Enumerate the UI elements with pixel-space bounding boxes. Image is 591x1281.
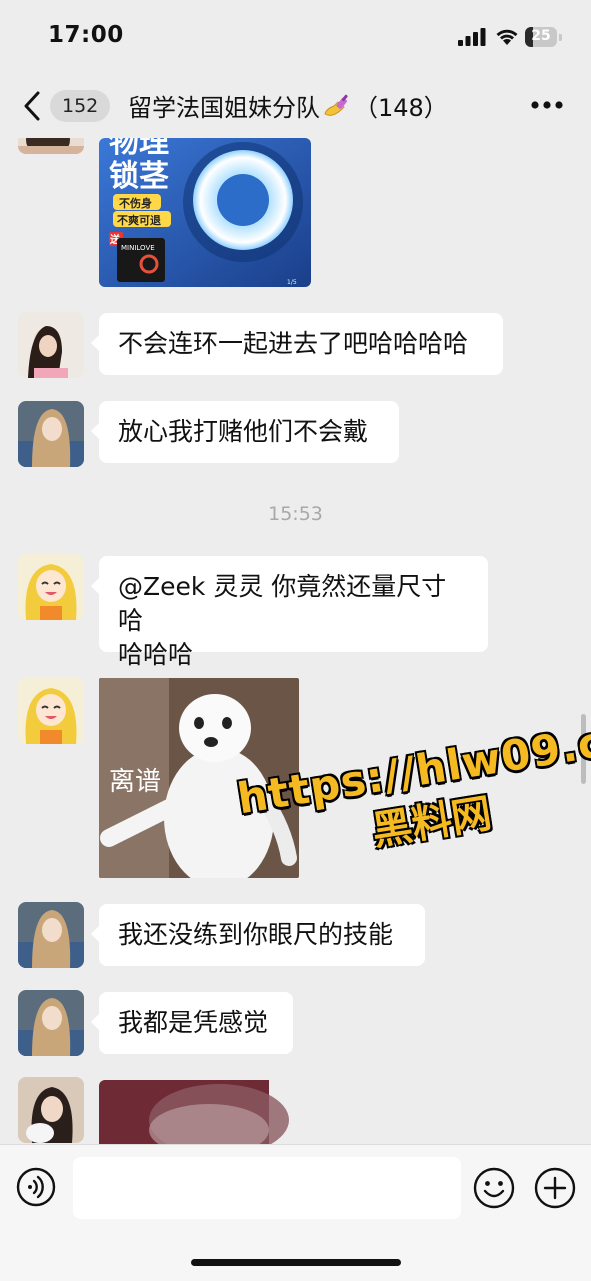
message-text: 放心我打赌他们不会戴 [118,417,369,446]
avatar[interactable] [18,401,84,467]
avatar[interactable] [18,312,84,378]
nail-polish-emoji-icon [324,94,348,116]
more-dots-icon[interactable] [530,100,564,110]
chat-messages[interactable]: 物理 锁茎 不伤身 不爽可退 送 MINILOVE 1/5 不会连环一起进去了吧… [0,138,591,1144]
ad-text-line1: 物理 [109,138,169,160]
message-bubble[interactable]: 我还没练到你眼尺的技能 [91,904,425,966]
message-text: 不会连环一起进去了吧哈哈哈哈 [118,329,469,358]
image-message[interactable]: 物理 锁茎 不伤身 不爽可退 送 MINILOVE 1/5 [99,138,311,287]
message-bubble[interactable]: 我都是凭感觉 [91,992,293,1054]
sticker-message[interactable]: 离谱 [99,678,299,878]
message-bubble[interactable]: @Zeek 灵灵 你竟然还量尺寸哈 哈哈哈 [91,556,488,669]
sticker-text: 离谱 [109,767,161,797]
avatar[interactable] [18,554,84,620]
ad-tag1: 不伤身 [119,196,152,210]
plus-icon[interactable] [534,1167,576,1209]
message-bubble[interactable]: 放心我打赌他们不会戴 [91,401,399,463]
ad-brand: MINILOVE [121,244,155,252]
battery-percent: 25 [531,28,551,44]
ad-text-line2: 锁茎 [109,159,169,194]
status-bar: 17:00 25 [0,0,591,74]
avatar[interactable] [18,138,84,154]
message-text-line2: 哈哈哈 [118,640,194,669]
avatar[interactable] [18,990,84,1056]
avatar[interactable] [18,1077,84,1143]
message-input[interactable] [73,1157,461,1219]
avatar[interactable] [18,902,84,968]
chat-header: 152 留学法国姐妹分队 （148） [0,74,591,138]
image-message[interactable] [99,1080,294,1144]
scrollbar[interactable] [581,714,586,784]
message-text-line1: @Zeek 灵灵 你竟然还量尺寸哈 [118,572,447,635]
timestamp: 15:53 [268,503,323,525]
unread-count-badge[interactable]: 152 [50,90,111,122]
group-name: 留学法国姐妹分队 [128,94,320,122]
avatar[interactable] [18,678,84,744]
ad-tag2: 不爽可退 [117,213,161,227]
chat-title[interactable]: 留学法国姐妹分队 （148） [128,88,448,123]
ad-page: 1/5 [287,279,297,286]
home-indicator [191,1259,401,1266]
emoji-icon[interactable] [473,1167,515,1209]
signal-icon [458,28,486,46]
member-count: （148） [354,94,448,122]
battery-icon: 25 [525,27,563,47]
wifi-icon [496,29,518,45]
chevron-left-icon[interactable] [18,88,48,124]
voice-icon[interactable] [16,1167,56,1207]
status-time: 17:00 [48,22,124,48]
message-text: 我还没练到你眼尺的技能 [118,920,394,949]
message-bubble[interactable]: 不会连环一起进去了吧哈哈哈哈 [91,313,503,375]
message-text: 我都是凭感觉 [118,1008,269,1037]
